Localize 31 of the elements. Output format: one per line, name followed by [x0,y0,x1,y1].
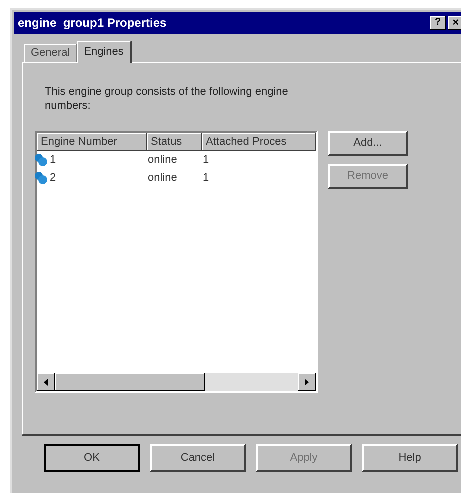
table-cell-text: online [147,170,178,186]
engine-icon [34,153,48,167]
table-cell-text: online [147,152,178,168]
side-button: Remove [328,164,408,189]
column-header[interactable]: Attached Proces [202,133,316,151]
engine-icon [34,171,48,185]
left-arrow-icon [44,378,48,386]
scroll-left-button[interactable] [37,373,55,391]
close-button[interactable]: × [448,16,461,30]
window-title: engine_group1 Properties [18,15,168,32]
table-row[interactable]: 1 online 1 [37,151,316,169]
side-button[interactable]: Add... [328,131,408,156]
dialog-button: Apply [256,444,352,472]
table-row[interactable]: 2 online 1 [37,169,316,187]
table-cell-text: 2 [50,170,58,186]
column-header[interactable]: Engine Number [37,133,147,151]
dialog-button[interactable]: Help [362,444,458,472]
help-button[interactable]: ? [430,16,446,30]
column-header[interactable]: Status [147,133,202,151]
table-cell-text: 1 [202,170,210,186]
tab[interactable]: Engines [77,41,132,63]
horizontal-scrollbar[interactable] [37,373,316,391]
table-cell-text: 1 [50,152,58,168]
scroll-right-button[interactable] [298,373,316,391]
scroll-thumb[interactable] [55,373,205,391]
right-arrow-icon [304,378,310,386]
description-text: This engine group consists of the following engine numbers: [45,85,290,113]
table-cell-text: 1 [202,152,210,168]
tab[interactable]: General [24,44,78,62]
dialog-button[interactable]: OK [44,444,140,472]
dialog-button[interactable]: Cancel [150,444,246,472]
